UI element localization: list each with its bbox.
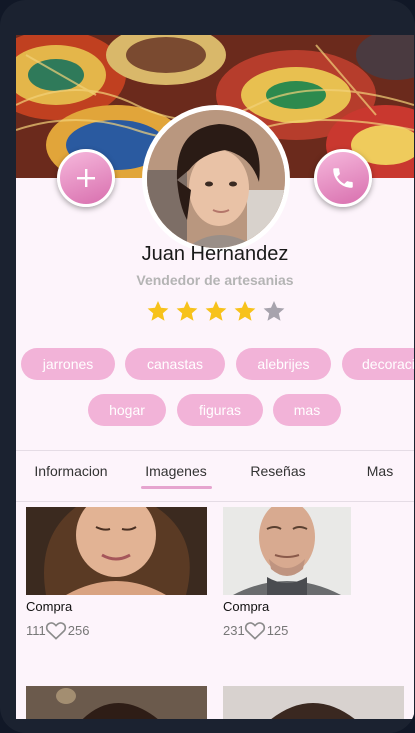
tag-chip[interactable]: decoracion: [342, 348, 414, 380]
tag-chip[interactable]: figuras: [177, 394, 263, 426]
likes-count: 125: [266, 622, 289, 638]
tab-imagenes[interactable]: Imagenes: [126, 451, 226, 491]
tag-chip[interactable]: jarrones: [21, 348, 115, 380]
tab-informacion[interactable]: Informacion: [16, 451, 126, 491]
tag-chip[interactable]: mas: [273, 394, 341, 426]
gallery-image[interactable]: [26, 507, 207, 595]
add-button[interactable]: [57, 149, 115, 207]
rating-stars: [146, 299, 286, 325]
gallery-image[interactable]: [223, 686, 404, 719]
tag-chip[interactable]: hogar: [88, 394, 166, 426]
tab-indicator: [141, 486, 212, 489]
tab-mas[interactable]: Mas: [330, 451, 414, 491]
gallery-image[interactable]: [26, 686, 207, 719]
gallery-item-stats: 231 125: [223, 620, 289, 640]
phone-frame: Juan Hernandez Vendedor de artesanias ja…: [0, 0, 415, 733]
avatar[interactable]: [142, 105, 290, 253]
system-nav-bar: [0, 719, 415, 733]
star-filled-icon: [147, 301, 169, 321]
likes-count: 256: [67, 622, 90, 638]
profile-name: Juan Hernandez: [141, 243, 289, 265]
plus-icon: [77, 169, 95, 187]
star-filled-icon: [234, 301, 256, 321]
star-empty-icon: [263, 301, 285, 321]
star-filled-icon: [205, 301, 227, 321]
gallery-item-title: Compra: [26, 599, 73, 614]
gallery-item-stats: 111 256: [26, 620, 90, 640]
heart-icon[interactable]: [45, 620, 67, 640]
views-count: 231: [223, 622, 245, 638]
call-button[interactable]: [314, 149, 372, 207]
profile-screen: Juan Hernandez Vendedor de artesanias ja…: [16, 35, 414, 719]
heart-icon[interactable]: [244, 620, 266, 640]
divider: [16, 501, 414, 502]
views-count: 111: [26, 622, 46, 638]
tag-chip[interactable]: canastas: [125, 348, 225, 380]
star-filled-icon: [176, 301, 198, 321]
gallery-item-title: Compra: [223, 599, 270, 614]
gallery-image[interactable]: [223, 507, 351, 595]
tab-resenas[interactable]: Reseñas: [226, 451, 330, 491]
tag-chip[interactable]: alebrijes: [236, 348, 331, 380]
profile-role: Vendedor de artesanias: [136, 272, 294, 288]
phone-icon: [333, 168, 353, 188]
